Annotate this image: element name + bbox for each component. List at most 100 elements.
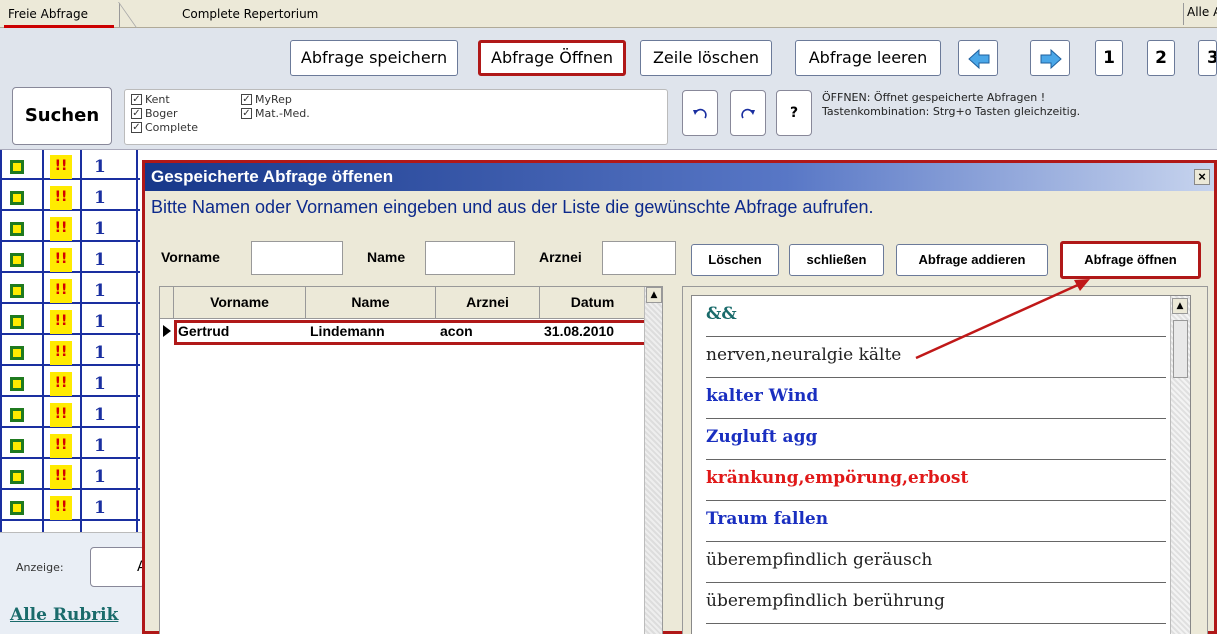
grade-value: 1 (94, 188, 106, 208)
check-icon: ✓ (241, 108, 252, 119)
add-query-button[interactable]: Abfrage addieren (896, 244, 1048, 276)
grade-value: 1 (94, 436, 106, 456)
checkbox-myrep[interactable]: ✓ MyRep (241, 93, 292, 106)
grid-row[interactable]: !! 1 (0, 245, 140, 273)
grid-row[interactable]: !! 1 (0, 307, 140, 335)
scroll-up-icon[interactable]: ▲ (1172, 298, 1188, 314)
scroll-up-icon[interactable]: ▲ (646, 287, 662, 303)
close-button[interactable]: schließen (789, 244, 884, 276)
status-checkbox[interactable] (10, 439, 24, 453)
grid-row[interactable]: !! 1 (0, 338, 140, 366)
grid-row[interactable]: !! 1 (0, 214, 140, 242)
query-list-scrollbar[interactable]: ▲ (1170, 296, 1190, 634)
checkbox-label: Complete (145, 121, 199, 134)
grid-row[interactable]: !! 1 (0, 152, 140, 180)
arznei-label: Arznei (539, 249, 582, 265)
table-scrollbar[interactable]: ▲ (644, 287, 662, 634)
vorname-input[interactable] (251, 241, 343, 275)
status-checkbox[interactable] (10, 191, 24, 205)
vorname-label: Vorname (161, 249, 220, 265)
open-query-dialog: Gespeicherte Abfrage öffenen × Bitte Nam… (142, 160, 1217, 634)
name-input[interactable] (425, 241, 515, 275)
open-selected-query-button[interactable]: Abfrage öffnen (1060, 241, 1201, 279)
display-pane: Anzeige: A Alle Rubrik (0, 532, 147, 634)
status-checkbox[interactable] (10, 377, 24, 391)
display-select[interactable]: A (90, 547, 147, 587)
display-label: Anzeige: (16, 561, 64, 574)
redo-button[interactable] (730, 90, 766, 136)
grid-row[interactable]: !! 1 (0, 369, 140, 397)
clear-query-button[interactable]: Abfrage leeren (795, 40, 941, 76)
forward-button[interactable] (1030, 40, 1070, 76)
check-icon: ✓ (131, 94, 142, 105)
grid-row[interactable]: !! 1 (0, 183, 140, 211)
status-checkbox[interactable] (10, 315, 24, 329)
column-header-arznei[interactable]: Arznei (436, 287, 540, 319)
grid-row[interactable]: !! 1 (0, 462, 140, 490)
checkbox-mat-med[interactable]: ✓ Mat.-Med. (241, 107, 310, 120)
query-list: && nerven,neuralgie kälte kalter Wind Zuglu… (691, 295, 1191, 634)
status-checkbox[interactable] (10, 253, 24, 267)
status-checkbox[interactable] (10, 160, 24, 174)
scroll-thumb[interactable] (1173, 320, 1188, 378)
importance-badge: !! (50, 217, 72, 241)
help-button[interactable]: ? (776, 90, 812, 136)
search-button[interactable]: Suchen (12, 87, 112, 145)
delete-row-button[interactable]: Zeile löschen (640, 40, 772, 76)
status-checkbox[interactable] (10, 408, 24, 422)
query-item[interactable]: Traum fallen (706, 501, 1166, 542)
query-item[interactable]: überempfindlich geräusch (706, 542, 1166, 583)
query-item[interactable]: nerven,neuralgie kälte (706, 337, 1166, 378)
checkbox-label: Mat.-Med. (255, 107, 310, 120)
grade-value: 1 (94, 312, 106, 332)
grade-value: 1 (94, 467, 106, 487)
check-icon: ✓ (131, 122, 142, 133)
checkbox-boger[interactable]: ✓ Boger (131, 107, 178, 120)
tab-alle[interactable]: Alle A (1183, 3, 1217, 25)
dialog-title-bar: Gespeicherte Abfrage öffenen × (145, 163, 1214, 191)
page-3-button[interactable]: 3 (1198, 40, 1217, 76)
name-label: Name (367, 249, 406, 265)
undo-icon (693, 108, 707, 119)
all-rubrics-link[interactable]: Alle Rubrik (10, 605, 118, 625)
selected-row-highlight (174, 320, 648, 345)
page-1-button[interactable]: 1 (1095, 40, 1123, 76)
hint-shortcut: Tastenkombination: Strg+o Tasten gleichz… (822, 105, 1081, 118)
status-checkbox[interactable] (10, 501, 24, 515)
query-item[interactable]: kalter Wind (706, 378, 1166, 419)
arznei-input[interactable] (602, 241, 676, 275)
column-header-datum[interactable]: Datum (540, 287, 646, 319)
back-button[interactable] (958, 40, 998, 76)
status-checkbox[interactable] (10, 470, 24, 484)
tab-freie-abfrage[interactable]: Freie Abfrage (0, 3, 120, 27)
tab-complete-repertorium[interactable]: Complete Repertorium (174, 3, 326, 27)
save-query-button[interactable]: Abfrage speichern (290, 40, 458, 76)
grid-row[interactable]: !! 1 (0, 493, 140, 521)
grade-value: 1 (94, 219, 106, 239)
grid-row[interactable]: !! 1 (0, 400, 140, 428)
status-checkbox[interactable] (10, 284, 24, 298)
undo-button[interactable] (682, 90, 718, 136)
checkbox-complete[interactable]: ✓ Complete (131, 121, 198, 134)
column-header-vorname[interactable]: Vorname (174, 287, 306, 319)
query-item[interactable]: Zugluft agg (706, 419, 1166, 460)
open-query-button[interactable]: Abfrage Öffnen (478, 40, 626, 76)
query-item[interactable]: überempfindlich berührung (706, 583, 1166, 624)
importance-badge: !! (50, 310, 72, 334)
tab-bar: Freie Abfrage Complete Repertorium Alle … (0, 0, 1217, 28)
dialog-instruction: Bitte Namen oder Vornamen eingeben und a… (151, 197, 874, 217)
column-header-name[interactable]: Name (306, 287, 436, 319)
close-icon[interactable]: × (1194, 169, 1210, 185)
arrow-right-icon (1040, 48, 1062, 70)
status-checkbox[interactable] (10, 346, 24, 360)
query-item[interactable]: && (706, 296, 1166, 337)
checkbox-kent[interactable]: ✓ Kent (131, 93, 170, 106)
delete-button[interactable]: Löschen (691, 244, 779, 276)
result-grid: !! 1!! 1!! 1!! 1!! 1!! 1!! 1!! 1!! 1!! 1!! 1!! 1 (0, 150, 140, 532)
grid-row[interactable]: !! 1 (0, 431, 140, 459)
query-item[interactable]: kränkung,empörung,erbost (706, 460, 1166, 501)
grade-value: 1 (94, 157, 106, 177)
grid-row[interactable]: !! 1 (0, 276, 140, 304)
page-2-button[interactable]: 2 (1147, 40, 1175, 76)
status-checkbox[interactable] (10, 222, 24, 236)
